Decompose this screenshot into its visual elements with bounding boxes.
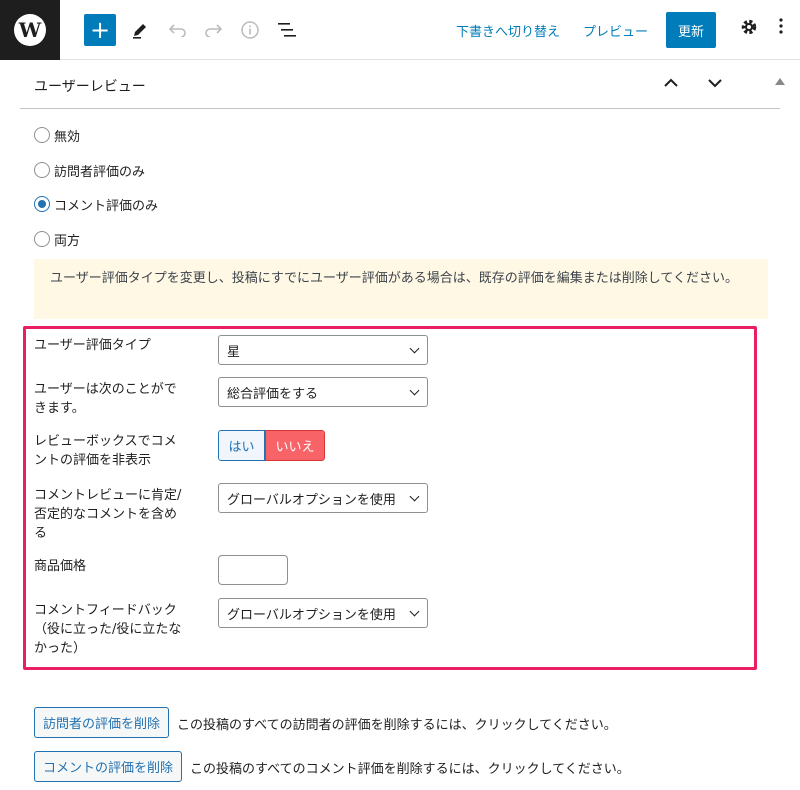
move-up-icon[interactable] bbox=[664, 73, 678, 92]
chevron-down-icon bbox=[409, 385, 420, 396]
feedback-select[interactable]: グローバルオプションを使用 bbox=[218, 598, 428, 628]
panel-title: ユーザーレビュー bbox=[34, 79, 146, 95]
list-view-icon[interactable] bbox=[275, 18, 299, 42]
select-value: 総合評価をする bbox=[227, 387, 319, 402]
chevron-down-icon bbox=[409, 606, 420, 617]
toggle-yes-button[interactable]: はい bbox=[218, 430, 265, 461]
info-icon[interactable] bbox=[238, 18, 262, 42]
pencil-icon[interactable] bbox=[128, 18, 152, 42]
chevron-down-icon bbox=[409, 491, 420, 502]
user-review-panel-header: ユーザーレビュー bbox=[20, 61, 785, 109]
add-block-button[interactable]: + bbox=[84, 14, 116, 46]
radio-label: 両方 bbox=[54, 233, 81, 249]
delete-comment-ratings-description: この投稿のすべてのコメント評価を削除するには、クリックしてください。 bbox=[190, 762, 630, 777]
rating-type-select[interactable]: 星 bbox=[218, 335, 428, 365]
radio-option-disabled[interactable]: 無効 bbox=[34, 125, 80, 145]
delete-comment-ratings-button[interactable]: コメントの評価を削除 bbox=[34, 751, 183, 782]
more-vertical-icon[interactable] bbox=[778, 17, 784, 40]
pros-cons-select[interactable]: グローバルオプションを使用 bbox=[218, 483, 428, 513]
rating-type-label: ユーザー評価タイプ bbox=[34, 338, 151, 353]
radio-button-checked[interactable] bbox=[34, 196, 50, 212]
select-value: グローバルオプションを使用 bbox=[227, 493, 396, 508]
collapse-panel-icon[interactable] bbox=[775, 78, 785, 85]
radio-button[interactable] bbox=[34, 162, 50, 178]
feedback-label: コメントフィードバック（役に立った/役に立たなかった） bbox=[34, 603, 182, 656]
select-value: グローバルオプションを使用 bbox=[227, 608, 396, 623]
radio-option-comment-only[interactable]: コメント評価のみ bbox=[34, 194, 158, 214]
redo-icon[interactable] bbox=[201, 18, 225, 42]
update-button[interactable]: 更新 bbox=[666, 12, 716, 48]
radio-option-visitor-only[interactable]: 訪問者評価のみ bbox=[34, 160, 145, 180]
wordpress-logo[interactable]: W bbox=[0, 0, 60, 60]
delete-visitor-ratings-description: この投稿のすべての訪問者の評価を削除するには、クリックしてください。 bbox=[177, 718, 617, 733]
editor-toolbar: W + 下書きへ切り替え プレビュー 更新 bbox=[0, 0, 800, 60]
undo-icon[interactable] bbox=[166, 18, 190, 42]
gear-icon[interactable] bbox=[739, 17, 759, 42]
pros-cons-label: コメントレビューに肯定/否定的なコメントを含める bbox=[34, 488, 182, 541]
chevron-down-icon bbox=[409, 343, 420, 354]
plus-icon: + bbox=[89, 16, 111, 44]
toggle-no-button[interactable]: いいえ bbox=[265, 430, 325, 461]
hide-comment-rating-label: レビューボックスでコメントの評価を非表示 bbox=[34, 434, 177, 468]
delete-visitor-ratings-button[interactable]: 訪問者の評価を削除 bbox=[34, 707, 170, 738]
radio-option-both[interactable]: 両方 bbox=[34, 229, 80, 249]
switch-to-draft-link[interactable]: 下書きへ切り替え bbox=[456, 21, 560, 40]
radio-label: 訪問者評価のみ bbox=[54, 164, 146, 180]
price-input[interactable] bbox=[218, 555, 288, 585]
radio-label: 無効 bbox=[54, 129, 81, 145]
user-can-select[interactable]: 総合評価をする bbox=[218, 377, 428, 407]
preview-link[interactable]: プレビュー bbox=[583, 21, 648, 40]
radio-button[interactable] bbox=[34, 127, 50, 143]
move-down-icon[interactable] bbox=[708, 73, 722, 92]
select-value: 星 bbox=[227, 345, 241, 360]
radio-button[interactable] bbox=[34, 231, 50, 247]
wordpress-logo-icon: W bbox=[14, 14, 46, 46]
radio-label: コメント評価のみ bbox=[54, 198, 159, 214]
user-can-label: ユーザーは次のことができます。 bbox=[34, 382, 177, 416]
warning-notice: ユーザー評価タイプを変更し、投稿にすでにユーザー評価がある場合は、既存の評価を編… bbox=[34, 259, 768, 319]
hide-comment-rating-toggle: はい いいえ bbox=[218, 430, 325, 461]
price-label: 商品価格 bbox=[34, 559, 87, 574]
